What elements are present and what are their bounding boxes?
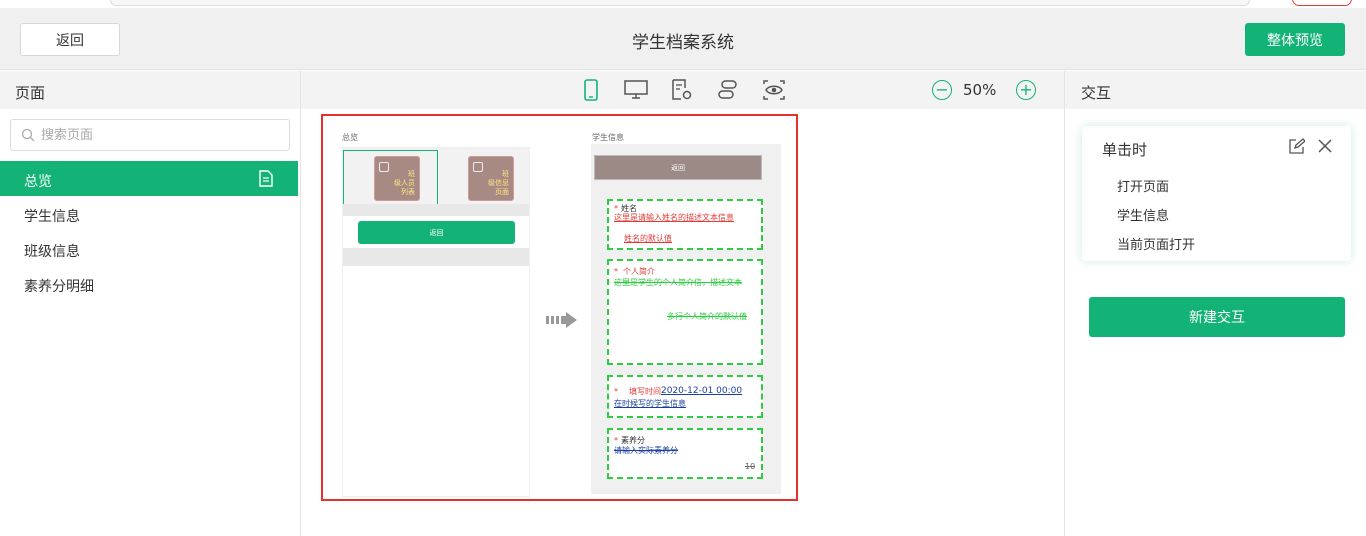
preview-eye-icon[interactable] [761, 77, 787, 103]
tile-text: 班 级人员 列表 [394, 170, 415, 196]
mobile-icon[interactable] [578, 77, 604, 103]
interaction-action: 打开页面 [1117, 180, 1170, 195]
address-bar [110, 0, 1250, 6]
image-icon [379, 162, 389, 172]
page-preview-student-info[interactable]: 返回 * 姓名 这里是请输入姓名的描述文本信息 姓名的默认值 * 个人简介 这里… [591, 144, 781, 494]
page-item-label: 班级信息 [24, 244, 80, 260]
time-field-desc: 在时候写的学生信息 [614, 399, 686, 408]
score-field-placeholder[interactable]: 请输入实际素养分 [614, 446, 678, 456]
time-field-label: 填写时间 [629, 387, 661, 396]
page-title: 学生档案系统 [632, 33, 734, 53]
name-field-group[interactable]: * 姓名 这里是请输入姓名的描述文本信息 姓名的默认值 [607, 199, 763, 250]
new-interaction-button[interactable]: 新建交互 [1089, 297, 1345, 337]
page-item-label: 总览 [24, 174, 52, 190]
close-icon[interactable] [1317, 138, 1333, 154]
intro-field-default[interactable]: 多行个人简介的默认值 [667, 312, 747, 322]
zoom-level: 50% [963, 81, 997, 99]
browser-top-strip [0, 0, 1366, 8]
class-info-tile[interactable]: 班 级信息 页面 [468, 156, 514, 201]
app-header: 返回 学生档案系统 整体预览 [0, 8, 1366, 70]
interaction-mode: 当前页面打开 [1117, 238, 1196, 253]
page-settings-icon[interactable] [669, 77, 695, 103]
interaction-trigger: 单击时 [1102, 141, 1148, 159]
page-preview-overview[interactable]: 班 级人员 列表 班 级信息 页面 返回 [342, 147, 530, 497]
interaction-target: 学生信息 [1117, 209, 1170, 224]
canvas-toolbar: − 50% + [301, 71, 1064, 109]
intro-field-group[interactable]: * 个人简介 这里是学生的个人简介信，描述文本 多行个人简介的默认值 [607, 259, 763, 365]
search-icon [21, 128, 35, 142]
page-b-label: 学生信息 [592, 133, 624, 142]
page-a-label: 总览 [342, 133, 358, 142]
page-item-label: 学生信息 [24, 209, 80, 225]
desktop-icon[interactable] [623, 77, 649, 103]
page-item-overview[interactable]: 总览 [0, 161, 298, 196]
intro-field-desc: 这里是学生的个人简介信，描述文本 [614, 278, 742, 287]
interaction-panel: 交互 单击时 打开页面 学生信息 当前页面打开 新建交互 [1064, 71, 1366, 536]
tile-text: 班 级信息 页面 [488, 170, 509, 196]
page-item-score-detail[interactable]: 素养分明细 [0, 266, 298, 301]
name-field-default[interactable]: 姓名的默认值 [624, 234, 672, 244]
pages-panel: 页面 总览 学生信息 班级信息 素养分明细 [0, 71, 301, 536]
name-field-desc: 这里是请输入姓名的描述文本信息 [614, 213, 734, 222]
zoom-in-button[interactable]: + [1016, 80, 1036, 100]
score-field-label: 素养分 [621, 436, 645, 445]
interaction-panel-title: 交互 [1065, 71, 1366, 109]
browser-button[interactable] [1292, 0, 1352, 6]
page-list: 总览 学生信息 班级信息 素养分明细 [0, 161, 298, 301]
image-icon [473, 162, 483, 172]
score-field-value: 10 [745, 462, 756, 471]
page-item-label: 素养分明细 [24, 279, 94, 295]
zoom-out-button[interactable]: − [932, 80, 952, 100]
score-field-group[interactable]: * 素养分 请输入实际素养分 10 [607, 428, 763, 479]
time-field-value[interactable]: 2020-12-01 00:00 [661, 386, 742, 396]
interaction-card: 单击时 打开页面 学生信息 当前页面打开 [1082, 126, 1351, 261]
document-icon[interactable] [259, 170, 273, 187]
pages-panel-title: 页面 [0, 71, 300, 109]
page-b-return-button[interactable]: 返回 [594, 155, 762, 180]
page-a-return-button[interactable]: 返回 [358, 221, 515, 244]
design-canvas: − 50% + 总览 学生信息 班 级人员 列表 班 级信息 页面 返回 返回 … [301, 71, 1064, 536]
spacer-bar [343, 248, 529, 266]
preview-all-button[interactable]: 整体预览 [1245, 23, 1345, 56]
page-item-class-info[interactable]: 班级信息 [0, 231, 298, 266]
spacer-bar [343, 204, 529, 216]
link-icon[interactable] [715, 77, 741, 103]
search-input[interactable] [41, 125, 281, 145]
time-field-group[interactable]: * 填写时间 2020-12-01 00:00 在时候写的学生信息 [607, 375, 763, 418]
selection-frame[interactable]: 总览 学生信息 班 级人员 列表 班 级信息 页面 返回 返回 * 姓名 这里是… [321, 114, 798, 501]
search-box[interactable] [10, 119, 290, 151]
edit-icon[interactable] [1289, 138, 1305, 154]
page-item-student-info[interactable]: 学生信息 [0, 196, 298, 231]
navigate-arrow-icon [546, 312, 577, 328]
class-members-tile[interactable]: 班 级人员 列表 [374, 156, 420, 201]
tile-row: 班 级人员 列表 班 级信息 页面 [343, 148, 529, 205]
intro-field-label: 个人简介 [623, 267, 655, 276]
